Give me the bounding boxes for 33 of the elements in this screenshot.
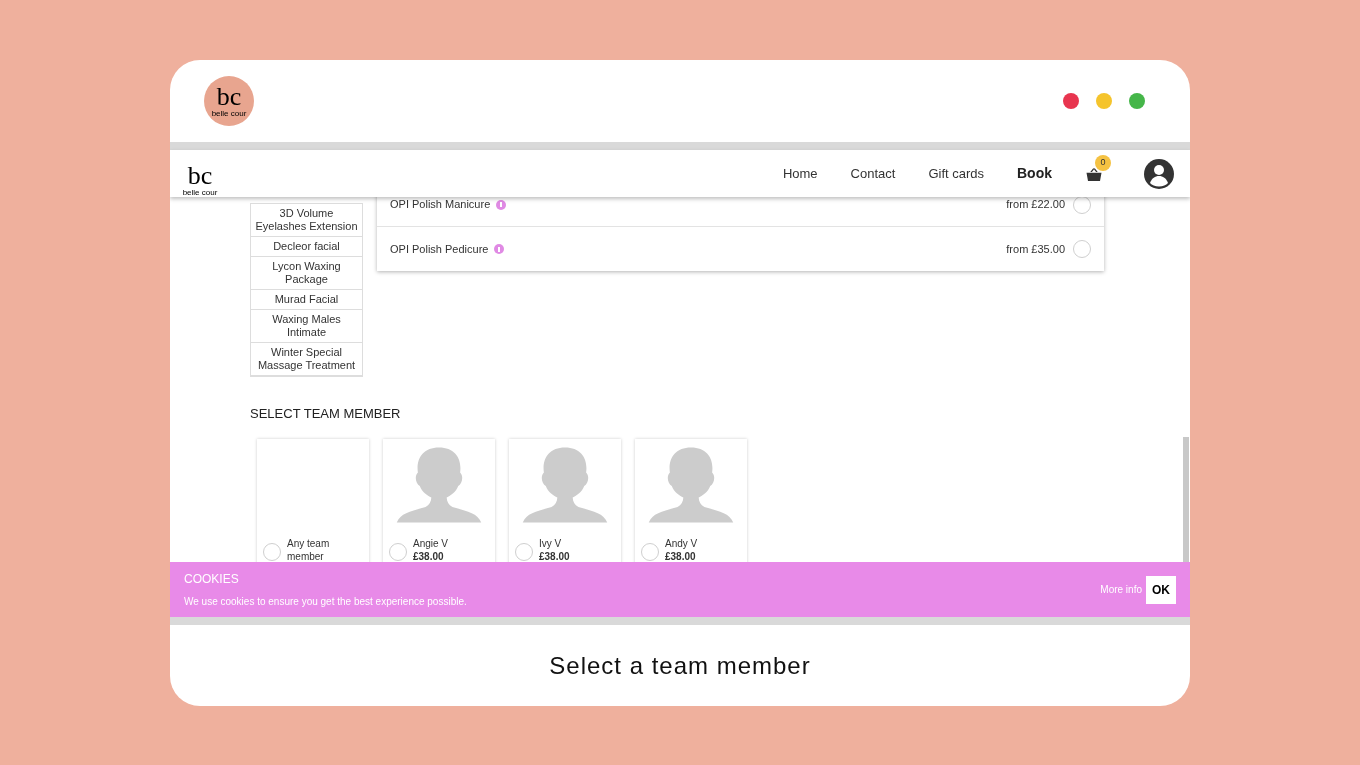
member-name: Any team member [287,536,331,562]
team-member-card[interactable]: Angie V £38.00 [383,438,495,562]
logo: bc belle cour [182,159,218,197]
nav-link[interactable]: Home [782,163,818,184]
service-name: OPI Polish Pedicure [390,241,489,257]
team-member-card[interactable]: Andy V £38.00 [635,438,747,562]
service-name: OPI Polish Manicure [390,197,491,213]
cookie-title: COOKIES [184,571,240,588]
member-price: £38.00 [665,549,697,562]
member-price: £38.00 [539,549,570,562]
nav-link[interactable]: Book [1017,163,1052,184]
nav-link[interactable]: Gift cards [928,163,984,184]
ok-button[interactable]: OK [1146,575,1176,604]
service-price: from £22.00 [1006,197,1065,213]
cart-count-badge: 0 [1095,154,1111,171]
member-name: Andy V [665,536,698,550]
nav-link[interactable]: Contact [850,163,896,184]
member-price: £38.00 [413,549,445,562]
category-item[interactable]: Murad Facial [251,290,362,310]
category-item[interactable]: Waxing Males Intimate [251,310,362,343]
logo: bc belle cour [204,76,254,126]
service-price: from £35.00 [1006,241,1065,257]
team-member-card[interactable]: Any team member [257,438,369,562]
member-name: Angie V [413,536,449,550]
member-name: Ivy V [539,536,563,550]
team-member-card[interactable]: Ivy V £38.00 [509,438,621,562]
category-item[interactable]: Winter Special Massage Treatment [251,343,362,376]
cookie-text: We use cookies to ensure you get the best experience possible. [184,595,468,609]
section-heading: SELECT TEAM MEMBER [250,405,402,423]
category-item[interactable]: Decleor facial [251,237,362,257]
caption: Select a team member [549,650,811,681]
category-item[interactable]: Lycon Waxing Package [251,257,362,290]
category-item[interactable]: 3D Volume Eyelashes Extension [251,204,362,237]
